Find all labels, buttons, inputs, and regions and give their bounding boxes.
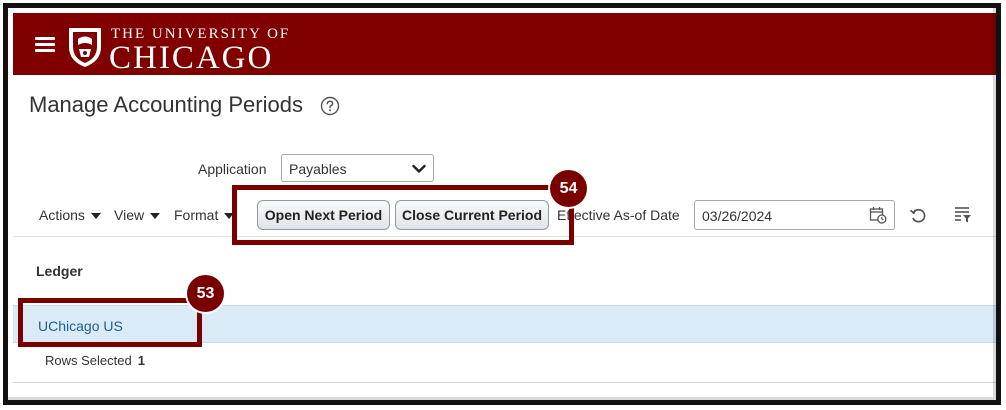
format-label: Format: [174, 207, 219, 223]
help-circle-icon[interactable]: [320, 96, 340, 116]
refresh-icon[interactable]: [908, 205, 928, 225]
page-title: Manage Accounting Periods: [29, 92, 303, 117]
triangle-down-icon: [90, 213, 101, 220]
view-label: View: [114, 207, 145, 223]
table-bottom-divider: [13, 382, 996, 383]
callout-53-badge: 53: [187, 275, 224, 312]
application-value: Payables: [289, 161, 347, 177]
rows-selected-status: Rows Selected 1: [45, 353, 145, 368]
effective-date-input[interactable]: 03/26/2024: [694, 200, 895, 230]
hamburger-menu-icon[interactable]: [35, 37, 55, 53]
callout-54-badge: 54: [550, 170, 587, 207]
ledger-column-header: Ledger: [36, 263, 83, 279]
format-menu[interactable]: Format: [174, 207, 235, 223]
app-header: THE UNIVERSITY OF CHICAGO: [13, 13, 996, 76]
application-select[interactable]: Payables: [281, 154, 434, 182]
chevron-down-icon: [412, 164, 426, 173]
triangle-down-icon: [150, 213, 161, 220]
rows-selected-count: 1: [137, 353, 145, 368]
callout-54-box: [232, 185, 574, 245]
effective-date-label: Effective As-of Date: [557, 207, 680, 223]
application-label: Application: [198, 161, 267, 177]
logo-line2: CHICAGO: [109, 40, 274, 76]
freeze-filter-icon[interactable]: [953, 205, 973, 225]
rows-selected-label: Rows Selected: [45, 353, 132, 368]
calendar-icon[interactable]: [869, 206, 887, 224]
view-menu[interactable]: View: [114, 207, 161, 223]
actions-menu[interactable]: Actions: [39, 207, 101, 223]
actions-label: Actions: [39, 207, 85, 223]
university-crest-icon: [69, 28, 101, 67]
screenshot-frame: THE UNIVERSITY OF CHICAGO Manage Account…: [3, 3, 1001, 405]
effective-date-value: 03/26/2024: [702, 208, 773, 224]
callout-53-box: [18, 298, 202, 347]
